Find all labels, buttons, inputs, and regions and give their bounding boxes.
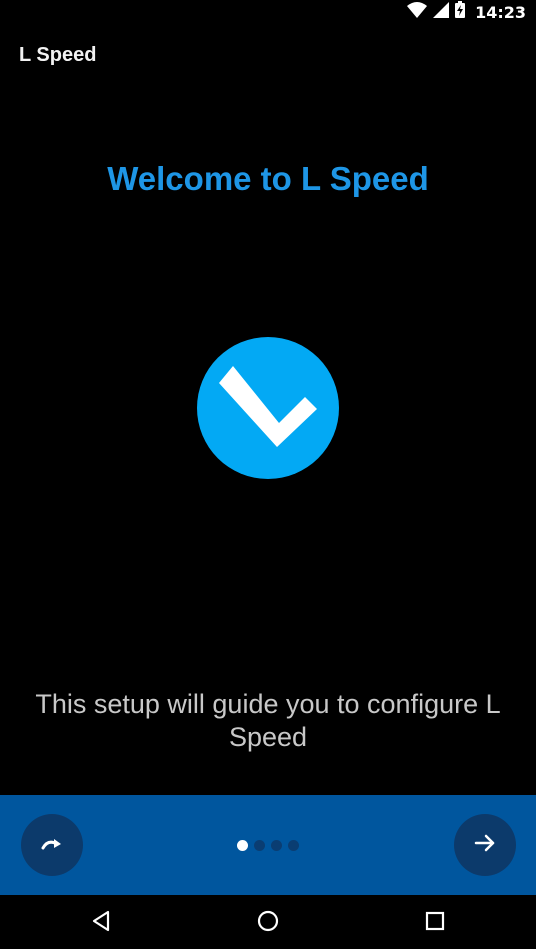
setup-screen: 14:23 L Speed Welcome to L Speed This se… [0,0,536,949]
pager-bar [0,795,536,895]
setup-description: This setup will guide you to configure L… [35,689,501,752]
back-button[interactable] [79,901,123,945]
home-icon [257,910,279,937]
cell-signal-icon [433,1,450,23]
home-button[interactable] [246,901,290,945]
app-logo-icon [197,337,339,479]
battery-charging-icon [455,1,466,23]
page-dot-2 [254,840,265,851]
app-title: L Speed [19,44,97,66]
skip-button[interactable] [21,814,83,876]
page-dot-3 [271,840,282,851]
status-bar: 14:23 [0,0,536,24]
page-indicator [237,840,299,851]
redo-icon [40,835,64,856]
status-time: 14:23 [475,2,526,22]
page-dot-4 [288,840,299,851]
recents-button[interactable] [413,901,457,945]
recents-icon [425,911,445,936]
status-icons: 14:23 [407,1,526,23]
arrow-right-icon [474,833,496,858]
welcome-heading: Welcome to L Speed [107,160,429,197]
next-button[interactable] [454,814,516,876]
wifi-icon [407,1,428,23]
back-icon [91,910,111,937]
navigation-bar [0,895,536,949]
page-dot-1 [237,840,248,851]
